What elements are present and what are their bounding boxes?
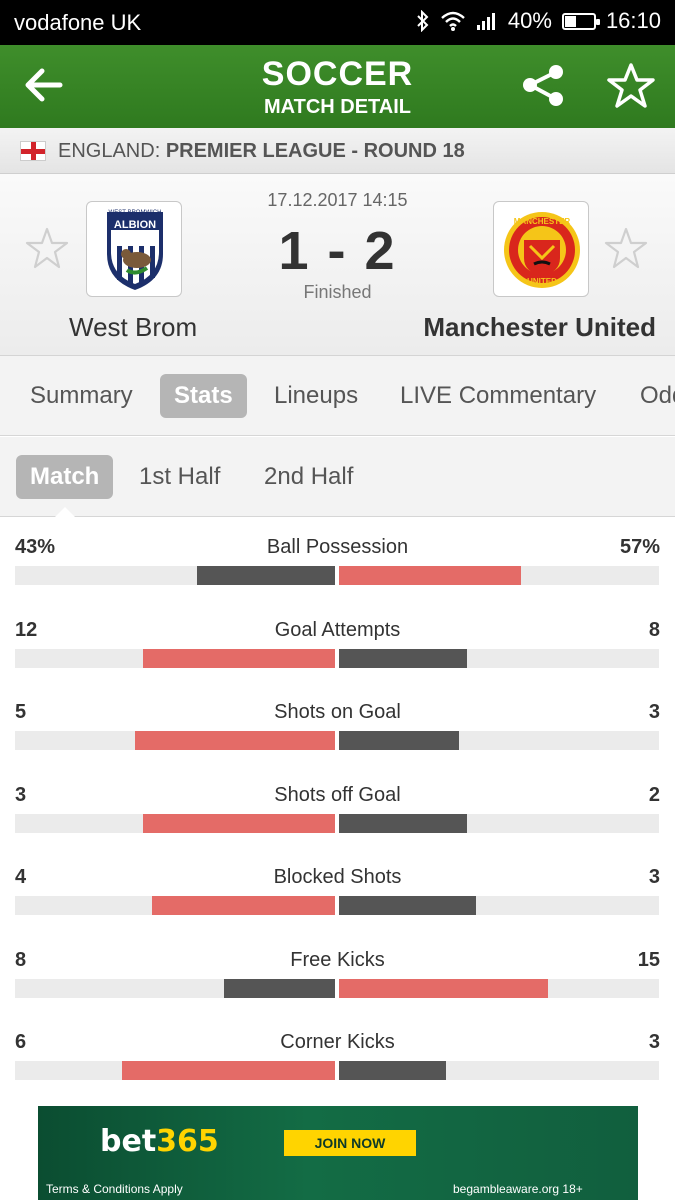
stat-row: 12 Goal Attempts 8	[0, 601, 675, 683]
league-title: ENGLAND: PREMIER LEAGUE - ROUND 18	[58, 140, 465, 163]
active-tab-pointer	[195, 426, 215, 435]
stat-home-track	[15, 1061, 335, 1080]
stat-row: 6 Corner Kicks 3	[0, 1013, 675, 1095]
stat-home-bar	[152, 896, 335, 915]
app-header: SOCCER MATCH DETAIL	[0, 45, 675, 128]
subtab-match[interactable]: Match	[16, 455, 114, 499]
ad-terms: Terms & Conditions Apply	[46, 1182, 183, 1196]
stat-away-bar	[339, 1061, 446, 1080]
stat-away-value: 3	[648, 866, 660, 888]
page-title: SOCCER	[261, 55, 414, 93]
away-team-crest[interactable]: MANCHESTER UNITED	[493, 201, 589, 297]
tab-live-commentary[interactable]: LIVE Commentary	[386, 374, 610, 418]
main-tabs: Summary Stats Lineups LIVE Commentary Od…	[0, 356, 675, 436]
stat-row: 3 Shots off Goal 2	[0, 766, 675, 848]
signal-icon	[476, 11, 498, 31]
ad-begambleaware: begambleaware.org 18+	[453, 1182, 583, 1196]
stat-label: Corner Kicks	[280, 1031, 395, 1053]
england-flag-icon	[20, 141, 46, 161]
status-bar: vodafone UK 40% 16:10	[0, 0, 675, 45]
stat-home-track	[15, 648, 335, 668]
stat-away-value: 57%	[619, 536, 660, 558]
league-country: ENGLAND:	[58, 140, 161, 162]
stat-label: Ball Possession	[266, 536, 409, 558]
tab-lineups[interactable]: Lineups	[260, 374, 372, 418]
away-team-name[interactable]: Manchester United	[423, 312, 656, 343]
stat-home-track	[15, 978, 335, 998]
stat-home-bar	[143, 648, 335, 668]
stat-away-value: 8	[648, 618, 660, 641]
stat-away-track	[339, 1061, 659, 1080]
stat-home-bar	[143, 813, 335, 833]
stat-home-track	[15, 731, 335, 750]
stat-away-value: 15	[637, 948, 660, 971]
stat-home-bar	[135, 731, 335, 750]
stat-away-track	[339, 978, 659, 998]
favorite-star-icon[interactable]	[606, 61, 656, 111]
ad-logo: bet365	[100, 1124, 219, 1159]
stat-away-bar	[339, 896, 476, 915]
stat-row: 5 Shots on Goal 3	[0, 683, 675, 765]
stat-away-value: 3	[648, 1031, 660, 1053]
stat-label: Free Kicks	[290, 948, 385, 971]
away-crest-text-top: MANCHESTER	[514, 217, 571, 226]
stat-away-value: 2	[648, 783, 660, 806]
stat-row: 4 Blocked Shots 3	[0, 848, 675, 930]
stat-label: Shots off Goal	[274, 783, 401, 806]
tab-summary[interactable]: Summary	[16, 374, 147, 418]
stat-away-value: 3	[648, 701, 660, 723]
tab-odds[interactable]: Odds	[626, 374, 675, 418]
stat-away-track	[339, 896, 659, 915]
battery-fill	[564, 15, 577, 27]
league-competition: PREMIER LEAGUE - ROUND 18	[165, 140, 465, 162]
stat-away-track	[339, 566, 659, 585]
tab-stats[interactable]: Stats	[160, 374, 247, 418]
man-united-crest-icon: MANCHESTER UNITED	[504, 212, 580, 288]
active-subtab-pointer	[55, 507, 75, 517]
stat-home-track	[15, 566, 335, 585]
clock: 16:10	[605, 8, 661, 33]
away-favorite-star-icon[interactable]	[604, 226, 648, 270]
ad-logo-part-b: 365	[156, 1124, 219, 1159]
stat-away-track	[339, 731, 659, 750]
status-icons: 40% 16:10	[416, 8, 661, 34]
stat-home-bar	[122, 1061, 335, 1080]
bluetooth-icon	[416, 10, 430, 32]
ad-banner[interactable]: bet365 JOIN NOW Terms & Conditions Apply…	[38, 1106, 638, 1200]
stat-home-bar	[224, 978, 335, 998]
page-subtitle: MATCH DETAIL	[263, 96, 411, 118]
subtab-2nd-half[interactable]: 2nd Half	[250, 455, 367, 499]
stat-away-bar	[339, 731, 459, 750]
home-team-name[interactable]: West Brom	[69, 312, 197, 343]
stat-row: 43% Ball Possession 57%	[0, 518, 675, 600]
stat-home-track	[15, 813, 335, 833]
stat-row: 8 Free Kicks 15	[0, 931, 675, 1013]
league-bar[interactable]: ENGLAND: PREMIER LEAGUE - ROUND 18	[0, 128, 675, 174]
match-header: WEST BROMWICH ALBION West Brom 17.12.201…	[0, 174, 675, 356]
stat-label: Shots on Goal	[274, 701, 401, 723]
share-icon[interactable]	[520, 63, 566, 109]
stat-away-bar	[339, 813, 467, 833]
stat-away-bar	[339, 566, 521, 585]
battery-percent: 40%	[507, 8, 552, 33]
away-crest-text-bottom: UNITED	[527, 277, 557, 286]
stat-away-bar	[339, 978, 548, 998]
stat-away-track	[339, 813, 659, 833]
stat-away-bar	[339, 648, 467, 668]
stat-away-track	[339, 648, 659, 668]
join-now-button[interactable]: JOIN NOW	[284, 1130, 416, 1156]
stat-home-track	[15, 896, 335, 915]
stat-label: Blocked Shots	[273, 866, 402, 888]
period-tabs: Match 1st Half 2nd Half	[0, 437, 675, 517]
subtab-1st-half[interactable]: 1st Half	[125, 455, 234, 499]
stat-label: Goal Attempts	[274, 618, 401, 641]
stat-home-bar	[197, 566, 335, 585]
wifi-icon	[440, 10, 466, 32]
carrier-name: vodafone UK	[14, 10, 142, 35]
battery-icon	[561, 12, 600, 30]
ad-logo-part-a: bet	[100, 1124, 157, 1159]
